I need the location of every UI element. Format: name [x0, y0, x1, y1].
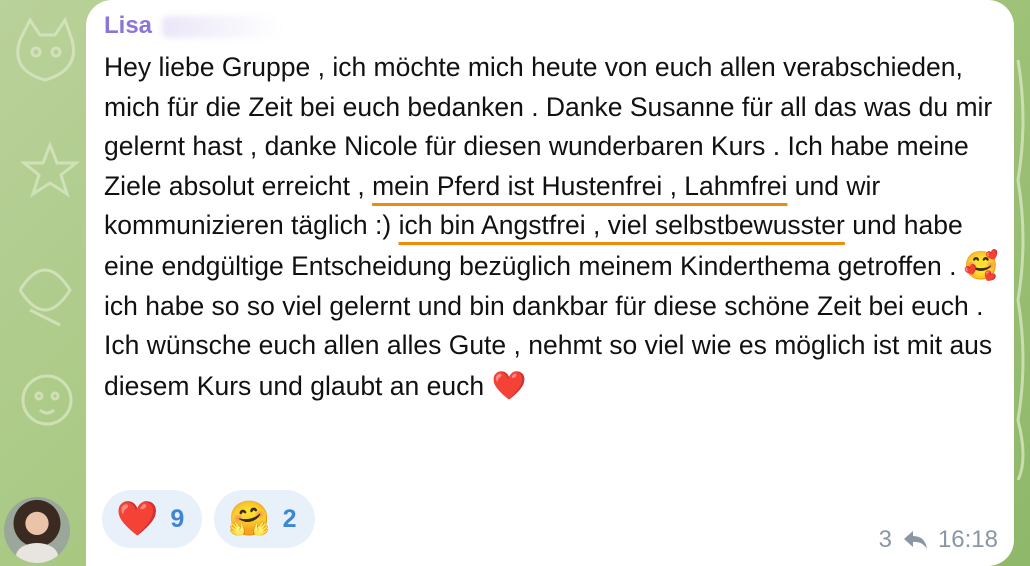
smiling-hearts-emoji-icon: 🥰: [963, 248, 999, 282]
red-heart-icon: ❤️: [116, 499, 159, 539]
sender-name-redaction: [162, 16, 282, 38]
sender-name[interactable]: Lisa: [104, 12, 152, 40]
reaction-hug-button[interactable]: 🤗 2: [214, 490, 315, 548]
message-time: 16:18: [937, 526, 998, 553]
star-doodle-icon: [20, 140, 80, 198]
cat-doodle-icon: [16, 16, 75, 82]
cat-face-doodle-icon: [21, 374, 73, 426]
reaction-count: 2: [282, 504, 297, 533]
message-text: Hey liebe Gruppe , ich möchte mich heute…: [104, 48, 1004, 406]
reply-arrow-icon[interactable]: [902, 529, 928, 551]
reply-count[interactable]: 3: [879, 526, 892, 554]
message-bubble[interactable]: Lisa Hey liebe Gruppe , ich möchte mich …: [86, 0, 1014, 566]
reactions-bar: ❤️ 9 🤗 2: [102, 490, 315, 548]
red-heart-emoji-icon: ❤️: [491, 368, 527, 402]
message-meta: 3 16:18: [879, 526, 998, 554]
highlighted-phrase: mein Pferd ist Hustenfrei , Lahmfrei: [372, 170, 788, 201]
swirl-doodle-icon: [18, 268, 72, 327]
avatar[interactable]: [4, 497, 70, 563]
avatar-shirt: [16, 543, 58, 563]
highlighted-phrase: ich bin Angstfrei , viel selbstbewusster: [398, 210, 845, 241]
reaction-count: 9: [170, 504, 185, 533]
hugging-face-icon: 🤗: [228, 499, 271, 539]
reaction-heart-button[interactable]: ❤️ 9: [102, 490, 203, 548]
message-segment: ich habe so so viel gelernt und bin dank…: [104, 290, 993, 401]
leaf-doodle-icon: [1016, 60, 1025, 480]
